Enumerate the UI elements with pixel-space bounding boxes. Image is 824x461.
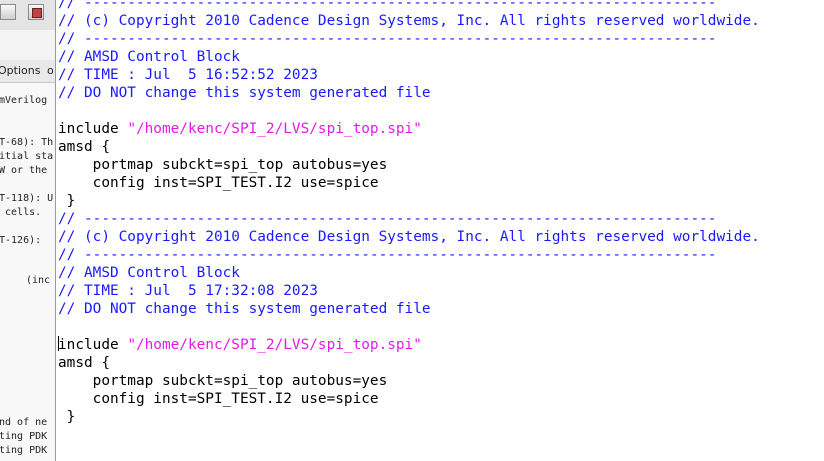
background-panel [0,30,56,60]
code-line: portmap subckt=spi_top autobus=yes [58,373,388,389]
comment-line: // (c) Copyright 2010 Cadence Design Sys… [58,13,760,29]
menu-options[interactable]: Options [0,64,40,77]
log-line: T-118): U [0,193,54,204]
comment-line: // TIME : Jul 5 17:32:08 2023 [58,283,318,299]
code-area[interactable]: // -------------------------------------… [58,0,760,426]
comment-line: // AMSD Control Block [58,49,240,65]
comment-line: // -------------------------------------… [58,211,717,227]
include-line: include "/home/kenc/SPI_2/LVS/spi_top.sp… [58,120,760,138]
code-line: amsd { [58,139,110,155]
log-line: ting PDK [0,445,48,456]
background-log: mVerilog T-68): Th itial sta W or the T-… [0,83,56,461]
log-line: (inc [26,275,51,286]
code-line: config inst=SPI_TEST.I2 use=spice [58,391,379,407]
include-line: include "/home/kenc/SPI_2/LVS/spi_top.sp… [58,336,760,354]
background-toolbar [0,0,56,30]
menu-item[interactable]: o [47,64,54,77]
save-icon[interactable] [28,4,44,20]
toolbar-icon[interactable] [0,4,16,20]
include-path: "/home/kenc/SPI_2/LVS/spi_top.spi" [127,337,422,353]
code-line: amsd { [58,355,110,371]
log-line: T-68): Th [0,137,54,148]
comment-line: // AMSD Control Block [58,265,240,281]
comment-line: // DO NOT change this system generated f… [58,301,431,317]
comment-line: // -------------------------------------… [58,31,717,47]
comment-line: // DO NOT change this system generated f… [58,85,431,101]
include-keyword: include [58,337,128,353]
log-line: W or the [0,165,48,176]
comment-line: // -------------------------------------… [58,247,717,263]
code-line: portmap subckt=spi_top autobus=yes [58,157,388,173]
include-path: "/home/kenc/SPI_2/LVS/spi_top.spi" [127,121,422,137]
comment-line: // -------------------------------------… [58,0,717,11]
comment-line: // TIME : Jul 5 16:52:52 2023 [58,67,318,83]
code-line: } [58,409,76,425]
comment-line: // (c) Copyright 2010 Cadence Design Sys… [58,229,760,245]
log-line: mVerilog [0,95,48,106]
code-line: } [58,193,76,209]
include-keyword: include [58,121,128,137]
code-line: config inst=SPI_TEST.I2 use=spice [58,175,379,191]
background-menubar: Options o [0,60,56,83]
background-window[interactable]: Options o mVerilog T-68): Th itial sta W… [0,0,56,461]
log-line: T-126): [0,235,48,246]
log-line: itial sta [0,151,54,162]
log-line: cells. [0,207,42,218]
text-editor[interactable]: // -------------------------------------… [55,0,824,461]
log-line: nd of ne [0,417,48,428]
log-line: ting PDK [0,431,48,442]
